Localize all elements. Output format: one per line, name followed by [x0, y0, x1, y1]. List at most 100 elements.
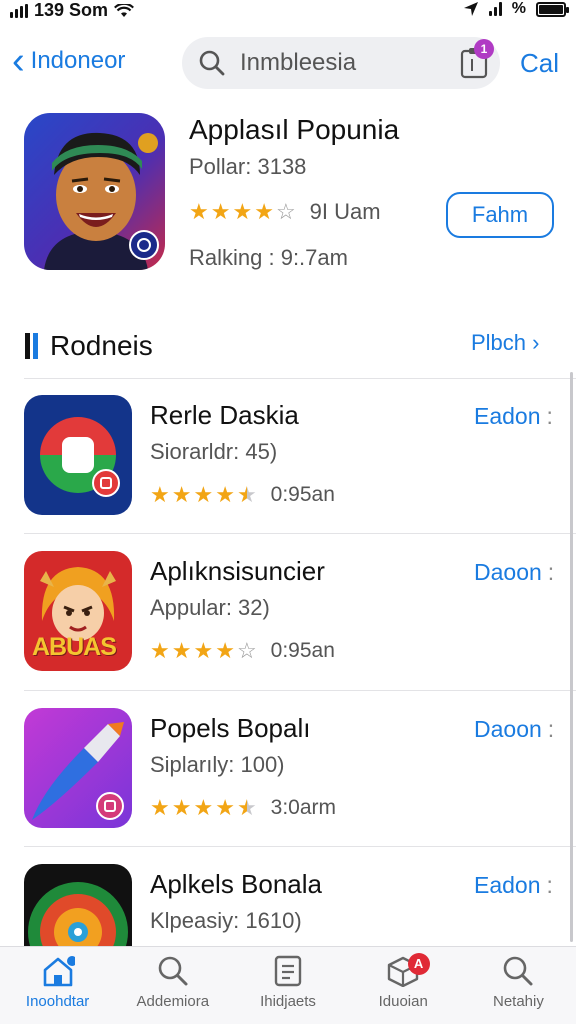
featured-app-icon[interactable]	[24, 113, 165, 270]
chevron-left-icon: ‹	[12, 40, 25, 82]
get-button-label: Eadon	[474, 403, 541, 429]
icon-text: ABUAS	[32, 633, 117, 661]
star-icon: ★	[189, 199, 209, 224]
star-icon: ★	[215, 482, 235, 507]
green-red-circle-icon	[24, 395, 132, 515]
home-icon	[43, 956, 75, 987]
star-icon: ★	[150, 795, 170, 820]
battery-icon	[536, 1, 569, 17]
app-title[interactable]: Aplkels Bonala	[150, 869, 322, 900]
star-icon: ★	[171, 795, 192, 820]
section-link-label: Plbch	[471, 330, 527, 355]
app-stars: ★★★★☆	[150, 640, 257, 662]
status-right: %	[463, 0, 569, 18]
search-icon	[158, 956, 188, 986]
featured-get-button[interactable]: Fahm	[446, 192, 554, 238]
tab-label: Inoohdtar	[25, 993, 90, 1010]
location-arrow-icon	[463, 2, 478, 16]
star-icon: ★	[193, 638, 214, 663]
chevron-right-icon: ›	[532, 330, 540, 355]
star-icon: ★	[171, 638, 192, 663]
section-see-all-link[interactable]: Plbch ›	[471, 330, 540, 356]
search-input[interactable]	[240, 49, 440, 77]
app-subtitle: Siplarıly: 100)	[150, 752, 285, 777]
app-title[interactable]: Rerle Daskia	[150, 400, 299, 431]
app-stars: ★ ★ ★ ★ ★	[150, 797, 257, 819]
get-button[interactable]: Eadon :	[474, 872, 553, 899]
status-bar: 139 Som %	[0, 0, 576, 22]
tab-document[interactable]: Ihidjaets	[230, 947, 345, 1024]
star-icon: ★	[193, 482, 214, 507]
tab-search-1[interactable]: Addemiora	[115, 947, 230, 1024]
section-marker	[25, 333, 30, 359]
star-icon: ★	[171, 482, 192, 507]
get-button-label: Eadon	[474, 872, 541, 898]
get-button[interactable]: Daoon :	[474, 559, 554, 586]
star-icon: ★	[210, 199, 231, 224]
tab-label: Addemiora	[136, 993, 210, 1010]
app-rating: ★ ★ ★ ★ ☆ 0:95an	[150, 639, 335, 663]
more-icon: :	[547, 559, 555, 585]
app-subtitle: Klpeasiy: 1610)	[150, 908, 302, 933]
app-rating-text: 0:95an	[270, 483, 335, 506]
more-icon: :	[547, 716, 555, 742]
star-icon: ★	[254, 199, 274, 224]
search-icon	[199, 50, 225, 76]
wifi-icon	[114, 3, 135, 17]
featured-ranking: Ralking : 9:.7am	[189, 245, 348, 270]
app-subtitle: Siorarldr: 45)	[150, 439, 278, 464]
divider	[24, 690, 576, 691]
tab-label: Ihidjaets	[260, 993, 316, 1010]
tab-search-2[interactable]: Netahiy	[461, 947, 576, 1024]
scrollbar[interactable]	[570, 372, 573, 942]
list-item[interactable]: Popels Bopalı Siplarıly: 100) ★ ★ ★ ★ ★ 3:0a…	[0, 708, 576, 858]
star-icon: ★	[150, 638, 170, 663]
tab-label: Netahiy	[492, 993, 544, 1010]
tab-bar: Inoohdtar Addemiora Ihidjaets A Iduoian …	[0, 946, 576, 1024]
search-bar[interactable]: 1	[182, 37, 500, 89]
divider	[24, 846, 576, 847]
get-button-label: Daoon	[474, 716, 542, 742]
back-label: Indoneor	[30, 47, 126, 74]
nav-right-button[interactable]: Cal	[520, 48, 559, 79]
app-rating: ★ ★ ★ ★ ★ 3:0arm	[150, 796, 336, 820]
divider	[24, 533, 576, 534]
document-icon	[274, 955, 302, 987]
tab-home[interactable]: Inoohdtar	[0, 947, 115, 1024]
tab-label: Iduoian	[378, 993, 428, 1010]
star-icon: ☆	[236, 638, 257, 663]
featured-rating: ★ ★ ★ ★ ☆ 9I Uam	[189, 199, 381, 225]
section-marker-accent	[33, 333, 38, 359]
more-icon: :	[546, 403, 553, 429]
cell-signal-icon	[488, 2, 502, 16]
warrior-girl-icon: ABUAS	[24, 551, 132, 671]
more-icon: :	[546, 872, 553, 898]
app-title[interactable]: Aplıknsisuncier	[150, 556, 325, 587]
clipboard-badge: 1	[474, 39, 494, 59]
get-button[interactable]: Daoon :	[474, 716, 554, 743]
status-left: 139 Som	[10, 0, 135, 21]
app-title[interactable]: Popels Bopalı	[150, 713, 310, 744]
divider	[24, 378, 576, 379]
back-button[interactable]: ‹ Indoneor	[12, 42, 125, 80]
status-time: 139 Som	[34, 0, 109, 20]
app-rating: ★ ★ ★ ★ ★ 0:95an	[150, 483, 335, 507]
tab-badge: A	[407, 953, 430, 975]
star-icon: ★	[232, 199, 253, 224]
get-button[interactable]: Eadon :	[474, 403, 553, 430]
signal-icon	[10, 3, 28, 18]
featured-app-title[interactable]: Applasıl Popunia	[189, 114, 399, 146]
star-icon: ★	[215, 795, 235, 820]
percent-icon: %	[511, 0, 526, 17]
list-item[interactable]: Rerle Daskia Siorarldr: 45) ★ ★ ★ ★ ★ 0:95an…	[0, 395, 576, 545]
tab-box[interactable]: A Iduoian	[346, 947, 461, 1024]
featured-rating-text: 9I Uam	[309, 199, 381, 224]
blue-brush-icon	[24, 708, 132, 828]
star-icon: ★	[193, 795, 214, 820]
featured-stars: ★ ★ ★ ★ ☆	[189, 201, 296, 223]
star-icon: ★	[236, 482, 257, 507]
section-title: Rodneis	[50, 330, 153, 361]
search-icon	[504, 956, 533, 986]
star-icon: ★	[215, 638, 235, 663]
list-item[interactable]: ABUAS Aplıknsisuncier Appular: 32) ★ ★ ★ ★ ☆…	[0, 551, 576, 701]
